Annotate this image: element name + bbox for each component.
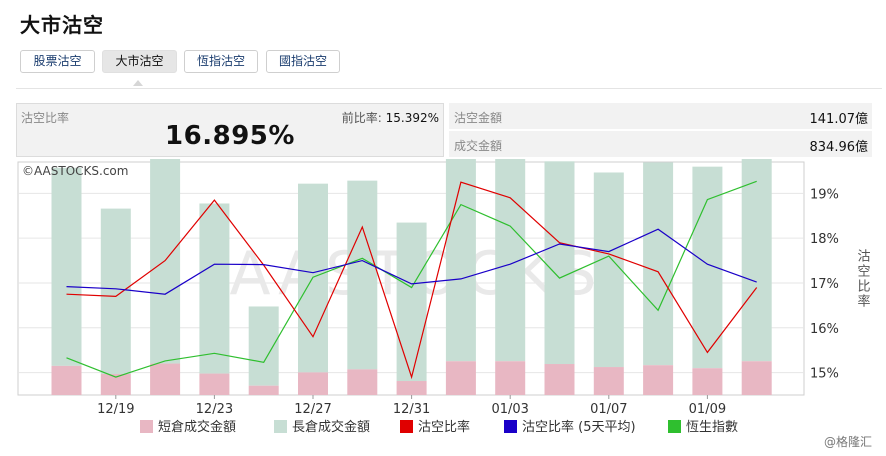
short-turnover-bar bbox=[643, 365, 674, 395]
tab-hsi-short[interactable]: 恆指沽空 bbox=[184, 50, 258, 73]
short-turnover-bar bbox=[396, 381, 427, 395]
short-turnover-bar bbox=[347, 369, 378, 395]
legend-short-ratio-avg-label: 沽空比率 (5天平均) bbox=[522, 419, 636, 435]
long-turnover-bar bbox=[643, 162, 674, 366]
long-turnover-bar bbox=[199, 203, 230, 374]
short-turnover-bar bbox=[51, 365, 82, 395]
x-tick-label: 01/03 bbox=[491, 402, 528, 417]
legend-hsi-swatch bbox=[668, 420, 681, 433]
short-ratio-panel: 沽空比率 前比率: 15.392% 16.895% bbox=[16, 103, 444, 157]
x-tick-label: 01/07 bbox=[590, 402, 627, 417]
x-tick-label: 12/23 bbox=[196, 402, 233, 417]
short-amount-label: 沽空金額 bbox=[454, 111, 503, 125]
turnover-row: 成交金額 834.96億 bbox=[449, 131, 872, 158]
y-tick-label: 18% bbox=[810, 232, 839, 247]
source-credit: @格隆汇 bbox=[824, 435, 873, 449]
header-divider bbox=[16, 88, 882, 89]
legend-short-turnover-label: 短倉成交金額 bbox=[158, 419, 236, 435]
legend-long-turnover-swatch bbox=[274, 420, 287, 433]
long-turnover-bar bbox=[741, 150, 772, 362]
short-amount-row: 沽空金額 141.07億 bbox=[449, 103, 872, 130]
long-turnover-bar bbox=[544, 161, 575, 365]
long-turnover-bar bbox=[248, 306, 279, 386]
long-turnover-bar bbox=[593, 172, 624, 368]
short-ratio-value: 16.895% bbox=[165, 121, 295, 151]
short-turnover-bar bbox=[692, 368, 723, 395]
x-tick-label: 12/27 bbox=[294, 402, 331, 417]
tab-hscei-short[interactable]: 國指沽空 bbox=[266, 50, 340, 73]
short-turnover-bar bbox=[495, 361, 526, 395]
turnover-label: 成交金額 bbox=[454, 139, 503, 153]
legend-short-turnover-swatch bbox=[140, 420, 153, 433]
turnover-value: 834.96億 bbox=[809, 140, 869, 155]
short-turnover-bar bbox=[544, 364, 575, 395]
legend-short-ratio-avg-swatch bbox=[504, 420, 517, 433]
y-axis-label: 沽空比率 bbox=[855, 249, 871, 309]
legend-short-ratio-swatch bbox=[400, 420, 413, 433]
short-turnover-bar bbox=[248, 385, 279, 395]
long-turnover-bar bbox=[100, 208, 131, 375]
y-tick-label: 16% bbox=[810, 322, 839, 337]
legend-short-ratio-label: 沽空比率 bbox=[418, 419, 470, 435]
page-title: 大市沽空 bbox=[20, 13, 104, 37]
short-amount-value: 141.07億 bbox=[809, 112, 869, 127]
short-selling-chart: ©AASTOCKS.com AASTOCKS 15%16%17%18%19%沽空… bbox=[16, 150, 876, 446]
chart-svg: AASTOCKS 15%16%17%18%19%沽空比率12/1912/2312… bbox=[17, 150, 871, 435]
short-turnover-bar bbox=[593, 367, 624, 395]
chart-copyright: ©AASTOCKS.com bbox=[22, 164, 129, 178]
y-tick-label: 15% bbox=[810, 367, 839, 382]
tab-stock-short[interactable]: 股票沽空 bbox=[20, 50, 95, 73]
x-tick-label: 12/19 bbox=[97, 402, 134, 417]
x-tick-label: 12/31 bbox=[393, 402, 430, 417]
long-turnover-bar bbox=[51, 167, 82, 366]
short-turnover-bar bbox=[199, 373, 230, 395]
x-tick-label: 01/09 bbox=[689, 402, 726, 417]
y-tick-label: 19% bbox=[810, 187, 839, 202]
long-turnover-bar bbox=[347, 180, 378, 370]
short-turnover-bar bbox=[298, 372, 328, 395]
short-turnover-bar bbox=[150, 363, 181, 395]
legend-hsi-label: 恆生指數 bbox=[686, 420, 738, 435]
active-tab-pointer bbox=[133, 80, 143, 86]
long-turnover-bar bbox=[396, 222, 427, 382]
long-turnover-bar bbox=[445, 157, 476, 362]
tab-market-short[interactable]: 大市沽空 bbox=[102, 50, 177, 73]
y-tick-label: 17% bbox=[810, 277, 839, 292]
legend-long-turnover-label: 長倉成交金額 bbox=[292, 419, 370, 435]
short-turnover-bar bbox=[741, 361, 772, 395]
short-turnover-bar bbox=[445, 361, 476, 395]
